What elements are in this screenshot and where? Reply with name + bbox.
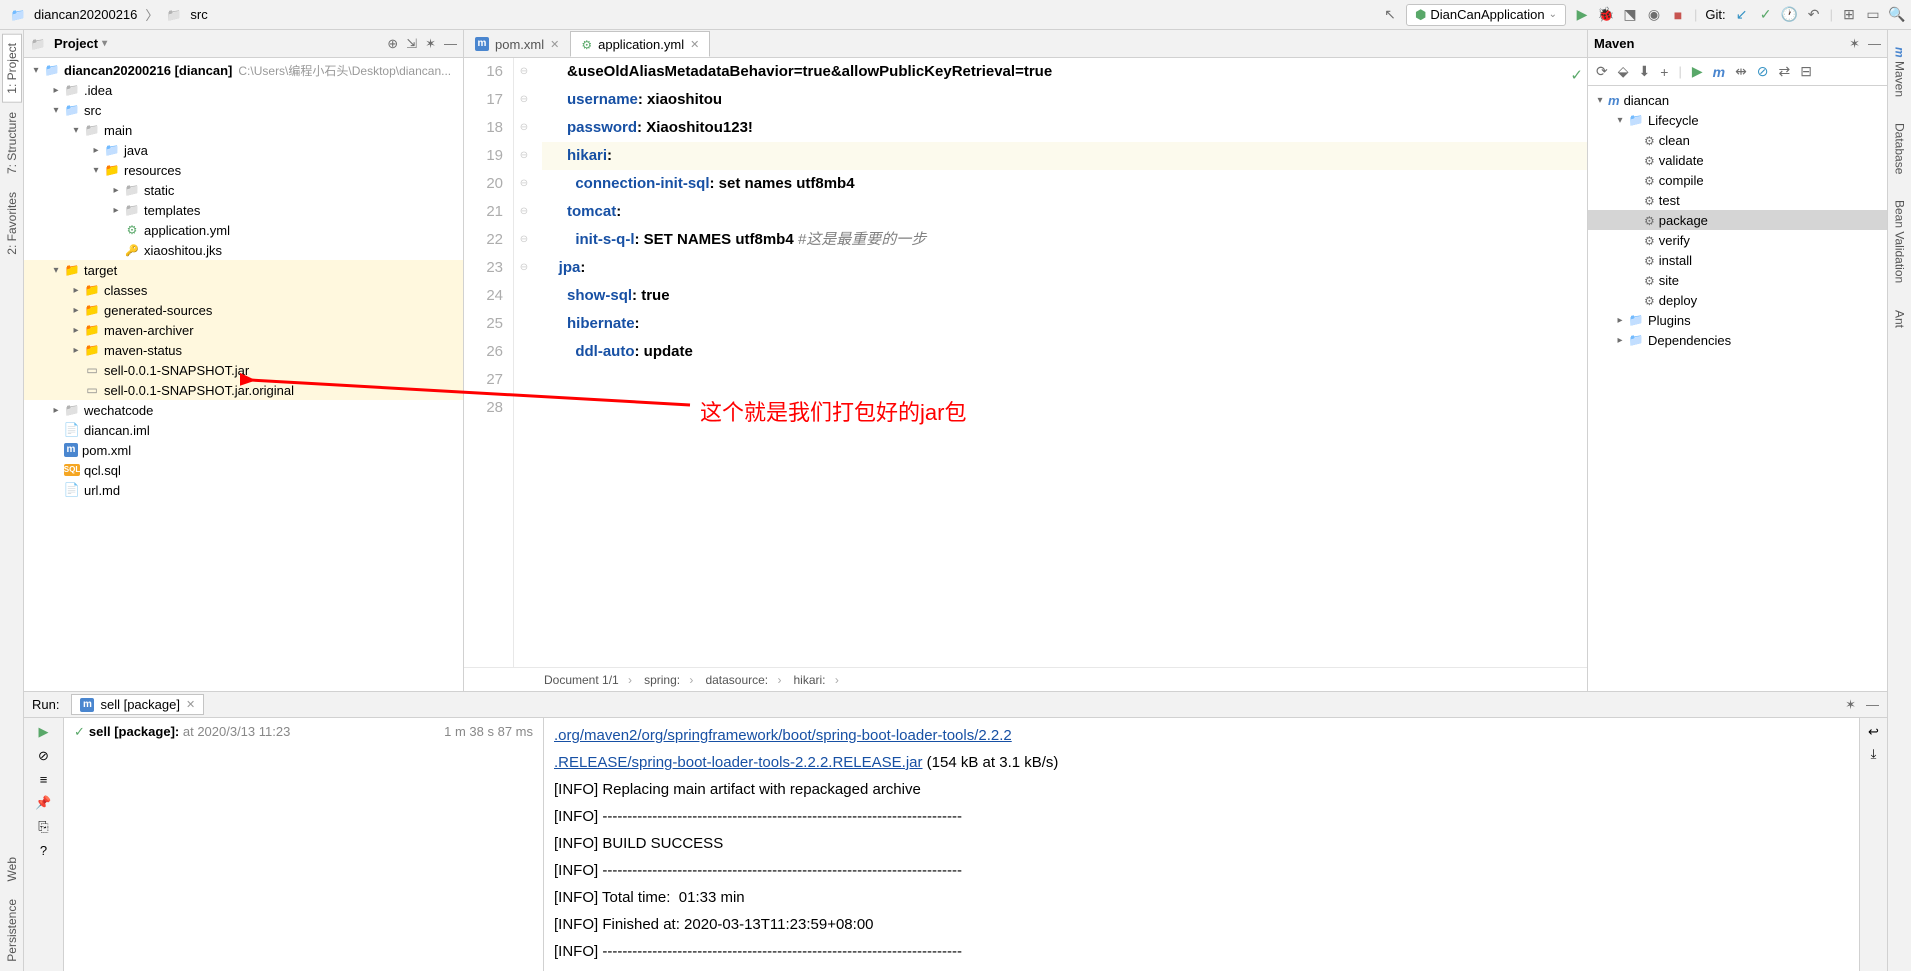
- maven-title: Maven: [1594, 36, 1634, 51]
- tab-bean-validation[interactable]: Bean Validation: [1890, 191, 1910, 292]
- search-icon[interactable]: 🔍: [1889, 7, 1905, 23]
- maven-panel: Maven ✶ — ⟳ ⬙ ⬇ + | ▶ m ⇹ ⊘ ⇄ ⊟: [1587, 30, 1887, 691]
- maven-goal-install[interactable]: install: [1588, 250, 1887, 270]
- settings-icon[interactable]: ✶: [1845, 697, 1856, 713]
- debug-icon[interactable]: 🐞: [1598, 7, 1614, 23]
- jar-icon: [84, 362, 100, 378]
- maven-goal-test[interactable]: test: [1588, 190, 1887, 210]
- run-label: Run:: [32, 697, 59, 712]
- inspection-ok-icon[interactable]: ✓: [1570, 62, 1583, 90]
- generate-sources-icon[interactable]: ⬙: [1618, 63, 1629, 80]
- maven-goal-deploy[interactable]: deploy: [1588, 290, 1887, 310]
- maven-goal-validate[interactable]: validate: [1588, 150, 1887, 170]
- stop-icon[interactable]: ■: [1670, 7, 1686, 23]
- show-deps-icon[interactable]: ⇄: [1779, 63, 1791, 80]
- export-icon[interactable]: ⎘: [38, 819, 48, 835]
- scroll-end-icon[interactable]: ⤓: [1871, 746, 1877, 762]
- download-icon[interactable]: ⬇: [1639, 63, 1651, 80]
- tree-jar-file[interactable]: sell-0.0.1-SNAPSHOT.jar: [24, 360, 463, 380]
- hide-icon[interactable]: —: [444, 36, 457, 52]
- tab-persistence[interactable]: Persistence: [2, 890, 22, 971]
- close-icon[interactable]: ✕: [550, 38, 559, 51]
- jar-icon: [84, 382, 100, 398]
- close-icon[interactable]: ✕: [186, 698, 195, 711]
- run-icon[interactable]: ▶: [1574, 7, 1590, 23]
- skip-tests-icon[interactable]: ⊘: [1757, 63, 1769, 80]
- close-icon[interactable]: ✕: [690, 38, 699, 51]
- settings-icon[interactable]: ✶: [1849, 36, 1860, 52]
- run-panel: Run: msell [package]✕ ✶ — ▶ ⊘ ≡ 📌 ⎘ ?: [24, 691, 1887, 971]
- profile-icon[interactable]: ◉: [1646, 7, 1662, 23]
- maven-goal-package[interactable]: package: [1588, 210, 1887, 230]
- code-editor[interactable]: 16171819202122232425262728 ⊖⊖⊖⊖⊖⊖⊖⊖ &use…: [464, 58, 1587, 667]
- yml-icon: [124, 222, 140, 238]
- reimport-icon[interactable]: ⟳: [1596, 63, 1608, 80]
- git-label: Git:: [1705, 7, 1725, 22]
- filter-icon[interactable]: ≡: [40, 772, 48, 787]
- tab-project[interactable]: 1: Project: [2, 34, 22, 103]
- maven-goal-compile[interactable]: compile: [1588, 170, 1887, 190]
- help-icon[interactable]: ?: [40, 843, 47, 858]
- right-tool-stripe: m Maven Database Bean Validation Ant: [1887, 30, 1911, 971]
- maven-goal-site[interactable]: site: [1588, 270, 1887, 290]
- project-panel-title[interactable]: Project▾: [30, 36, 107, 52]
- maven-icon: m: [64, 443, 78, 457]
- maven-goal-clean[interactable]: clean: [1588, 130, 1887, 150]
- top-toolbar: diancan20200216 〉 src ↖ ⬢DianCanApplicat…: [0, 0, 1911, 30]
- tab-structure[interactable]: 7: Structure: [2, 103, 22, 183]
- md-icon: 📄: [64, 482, 80, 498]
- maven-tree[interactable]: ▾mdiancan▾Lifecyclecleanvalidatecompilet…: [1588, 86, 1887, 691]
- locate-icon[interactable]: ⊕: [387, 36, 398, 52]
- run-task-info: ✓sell [package]: at 2020/3/13 11:23 1 m …: [64, 718, 544, 971]
- iml-icon: 📄: [64, 422, 80, 438]
- breadcrumb-root[interactable]: diancan20200216: [6, 5, 141, 25]
- jks-icon: [124, 242, 140, 258]
- stop-icon[interactable]: ⊘: [38, 748, 49, 764]
- line-numbers: 16171819202122232425262728: [464, 58, 514, 667]
- toggle-offline-icon[interactable]: ⇹: [1735, 63, 1747, 80]
- sql-icon: SQL: [64, 464, 80, 476]
- gutter-icons: ⊖⊖⊖⊖⊖⊖⊖⊖: [514, 58, 534, 667]
- git-history-icon[interactable]: 🕐: [1782, 7, 1798, 23]
- run-maven-icon[interactable]: ▶: [1692, 63, 1703, 80]
- hide-icon[interactable]: —: [1868, 36, 1881, 52]
- editor-breadcrumb[interactable]: Document 1/1 spring: datasource: hikari:: [464, 667, 1587, 691]
- maven-goal-verify[interactable]: verify: [1588, 230, 1887, 250]
- git-revert-icon[interactable]: ↶: [1806, 7, 1822, 23]
- hide-icon[interactable]: —: [1866, 697, 1879, 713]
- back-icon[interactable]: ↖: [1382, 7, 1398, 23]
- add-icon[interactable]: +: [1660, 64, 1668, 80]
- collapse-all-icon[interactable]: ⊟: [1800, 63, 1812, 80]
- editor-area: mpom.xml✕ application.yml✕ 1617181920212…: [464, 30, 1587, 691]
- tab-database[interactable]: Database: [1890, 114, 1910, 183]
- execute-goal-icon[interactable]: m: [1713, 64, 1725, 80]
- tab-application-yml[interactable]: application.yml✕: [570, 31, 710, 57]
- coverage-icon[interactable]: ⬔: [1622, 7, 1638, 23]
- tab-maven[interactable]: m Maven: [1890, 38, 1910, 106]
- left-tool-stripe: 1: Project 7: Structure 2: Favorites Web…: [0, 30, 24, 971]
- soft-wrap-icon[interactable]: ↩: [1868, 724, 1879, 740]
- project-panel: Project▾ ⊕ ⇲ ✶ — ▾diancan20200216 [dianc…: [24, 30, 464, 691]
- expand-icon[interactable]: ⇲: [406, 36, 417, 52]
- editor-tabs: mpom.xml✕ application.yml✕: [464, 30, 1587, 58]
- tab-ant[interactable]: Ant: [1890, 301, 1910, 337]
- run-config-selector[interactable]: ⬢DianCanApplication⌄: [1406, 4, 1566, 26]
- git-update-icon[interactable]: ↙: [1734, 7, 1750, 23]
- project-tree[interactable]: ▾diancan20200216 [diancan]C:\Users\编程小石头…: [24, 58, 463, 691]
- breadcrumb: diancan20200216 〉 src: [6, 5, 212, 25]
- rerun-icon[interactable]: ▶: [39, 724, 49, 740]
- maven-toolbar: ⟳ ⬙ ⬇ + | ▶ m ⇹ ⊘ ⇄ ⊟: [1588, 58, 1887, 86]
- tab-favorites[interactable]: 2: Favorites: [2, 183, 22, 264]
- run-toolbar: ▶ ⊘ ≡ 📌 ⎘ ?: [24, 718, 64, 971]
- git-commit-icon[interactable]: ✓: [1758, 7, 1774, 23]
- tab-web[interactable]: Web: [2, 848, 22, 890]
- pin-icon[interactable]: 📌: [35, 795, 51, 811]
- run-tab[interactable]: msell [package]✕: [71, 694, 204, 715]
- tab-pom[interactable]: mpom.xml✕: [464, 31, 570, 57]
- layout-icon[interactable]: ▭: [1865, 7, 1881, 23]
- breadcrumb-src[interactable]: src: [162, 5, 211, 25]
- structure-icon[interactable]: ⊞: [1841, 7, 1857, 23]
- collapse-icon[interactable]: ✶: [425, 36, 436, 52]
- run-console[interactable]: .org/maven2/org/springframework/boot/spr…: [544, 718, 1859, 971]
